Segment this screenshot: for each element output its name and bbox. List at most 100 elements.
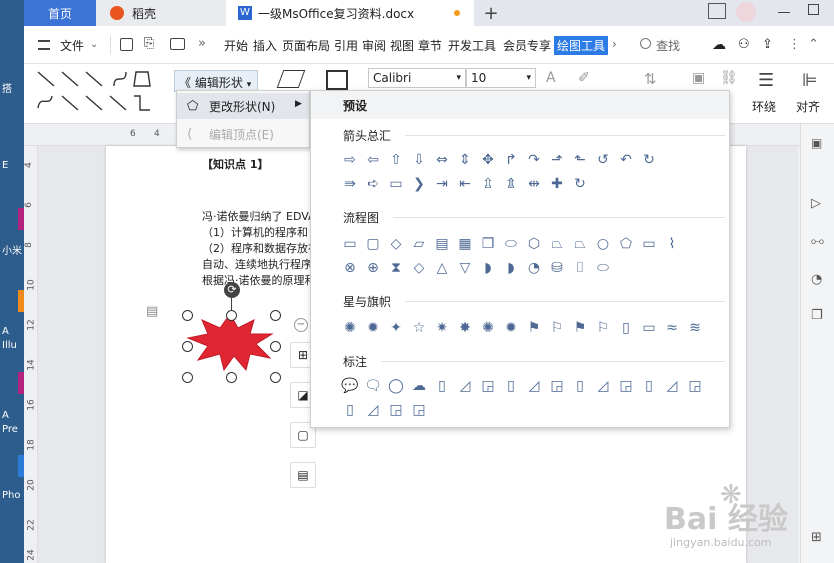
rotate-handle-icon[interactable]: ⟳ (224, 282, 240, 298)
flowchart-shape-icon[interactable]: ◇ (387, 235, 405, 253)
callout-shape-icon[interactable]: ▯ (571, 377, 589, 395)
star-banner-shape-icon[interactable]: ▭ (640, 319, 658, 337)
menu-chapter[interactable]: 章节 (418, 37, 442, 54)
callout-shape-icon[interactable]: ▯ (433, 377, 451, 395)
callout-shape-icon[interactable]: ▯ (502, 377, 520, 395)
flowchart-shape-icon[interactable]: ▱ (410, 235, 428, 253)
arrow-shape-icon[interactable]: ⇧ (387, 151, 405, 169)
arrow-shape-icon[interactable]: ▭ (387, 175, 405, 193)
flowchart-shape-icon[interactable]: ▭ (640, 235, 658, 253)
text-direction-icon[interactable]: ⇅ (644, 70, 657, 88)
callout-shape-icon[interactable]: ◿ (525, 377, 543, 395)
paragraph-options-icon[interactable]: ▤ (146, 304, 158, 319)
flowchart-shape-icon[interactable]: ◇ (410, 259, 428, 277)
callout-shape-icon[interactable]: ◯ (387, 377, 405, 395)
menu-view[interactable]: 视图 (390, 37, 414, 54)
window-layout-icon[interactable] (708, 3, 726, 19)
tab-document[interactable]: W 一级MsOffice复习资料.docx (226, 0, 474, 26)
arrow-shape-icon[interactable]: ↻ (640, 151, 658, 169)
flowchart-shape-icon[interactable]: ◗ (502, 259, 520, 277)
flowchart-shape-icon[interactable]: ⊗ (341, 259, 359, 277)
arrow-shape-icon[interactable]: ↶ (617, 151, 635, 169)
explosion-star-shape[interactable] (184, 312, 276, 372)
print-icon[interactable] (170, 38, 185, 50)
font-size-select[interactable]: 10 ▾ (466, 68, 536, 88)
menu-references[interactable]: 引用 (334, 37, 358, 54)
search-button[interactable]: 查找 (656, 37, 680, 54)
star-banner-shape-icon[interactable]: ✷ (433, 319, 451, 337)
star-banner-shape-icon[interactable]: ✹ (502, 319, 520, 337)
callout-shape-icon[interactable]: ◿ (594, 377, 612, 395)
highlight-icon[interactable]: ✐ (578, 70, 590, 86)
callout-shape-icon[interactable]: 🗨 (364, 377, 382, 395)
callout-shape-icon[interactable]: ◿ (663, 377, 681, 395)
star-banner-shape-icon[interactable]: ⚐ (548, 319, 566, 337)
arrow-shape-icon[interactable]: ⇥ (433, 175, 451, 193)
callout-shape-icon[interactable]: ▯ (640, 377, 658, 395)
callout-shape-icon[interactable]: ◲ (617, 377, 635, 395)
flowchart-shape-icon[interactable]: ○ (594, 235, 612, 253)
text-box-tool-button[interactable]: ▤ (290, 462, 316, 488)
flowchart-shape-icon[interactable]: ⬠ (617, 235, 635, 253)
menu-more-icon[interactable]: › (612, 37, 617, 51)
arrow-shape-icon[interactable]: ⇔ (433, 151, 451, 169)
flowchart-shape-icon[interactable]: ◔ (525, 259, 543, 277)
flowchart-shape-icon[interactable]: ▢ (364, 235, 382, 253)
location-icon[interactable]: ◔ (811, 272, 822, 287)
flowchart-shape-icon[interactable]: ⏢ (548, 235, 566, 253)
menu-member[interactable]: 会员专享 (503, 37, 551, 54)
export-pdf-icon[interactable]: ⎘ (144, 36, 154, 51)
flowchart-shape-icon[interactable]: ⏢ (571, 235, 589, 253)
menu-start[interactable]: 开始 (224, 37, 248, 54)
collapse-tools-icon[interactable]: − (294, 318, 308, 332)
flowchart-shape-icon[interactable]: ▤ (433, 235, 451, 253)
callout-shape-icon[interactable]: ◲ (410, 401, 428, 419)
flowchart-shape-icon[interactable]: ⬭ (502, 235, 520, 253)
more-options-icon[interactable]: ⋮ (788, 37, 801, 52)
arrow-shape-icon[interactable]: ➪ (364, 175, 382, 193)
save-icon[interactable] (120, 38, 133, 51)
fill-icon[interactable] (276, 70, 306, 88)
menu-drawing-tools[interactable]: 绘图工具 (554, 36, 609, 55)
font-color-icon[interactable]: A (546, 70, 556, 86)
arrow-shape-icon[interactable]: ⇫ (479, 175, 497, 193)
star-banner-shape-icon[interactable]: ✦ (387, 319, 405, 337)
new-tab-button[interactable]: + (478, 0, 504, 26)
flowchart-shape-icon[interactable]: ▭ (341, 235, 359, 253)
menu-developer[interactable]: 开发工具 (448, 37, 496, 54)
flowchart-shape-icon[interactable]: ⬭ (594, 259, 612, 277)
maximize-icon[interactable] (808, 4, 819, 15)
panel-expand-icon[interactable]: ▣ (811, 136, 822, 150)
resize-handle[interactable] (270, 310, 281, 321)
star-banner-shape-icon[interactable]: ☆ (410, 319, 428, 337)
resize-handle[interactable] (182, 341, 193, 352)
flowchart-shape-icon[interactable]: ▦ (456, 235, 474, 253)
star-banner-shape-icon[interactable]: ✸ (456, 319, 474, 337)
arrow-shape-icon[interactable]: ⇹ (525, 175, 543, 193)
arrow-shape-icon[interactable]: ⬏ (548, 151, 566, 169)
chevron-down-icon[interactable]: ⌄ (90, 39, 98, 50)
arrow-shape-icon[interactable]: ✚ (548, 175, 566, 193)
arrow-shape-icon[interactable]: ↻ (571, 175, 589, 193)
flowchart-shape-icon[interactable]: ❐ (479, 235, 497, 253)
flowchart-shape-icon[interactable]: ▽ (456, 259, 474, 277)
cursor-icon[interactable]: ▷ (811, 196, 821, 211)
callout-shape-icon[interactable]: ◿ (456, 377, 474, 395)
resize-handle[interactable] (226, 372, 237, 383)
share-user-icon[interactable]: ⚇ (738, 37, 750, 52)
callout-shape-icon[interactable]: ◲ (686, 377, 704, 395)
tab-home[interactable]: 首页 (24, 0, 96, 26)
arrow-shape-icon[interactable]: ✥ (479, 151, 497, 169)
arrow-shape-icon[interactable]: ❯ (410, 175, 428, 193)
align-button[interactable]: 对齐 (796, 98, 820, 115)
arrow-shape-icon[interactable]: ⇩ (410, 151, 428, 169)
flowchart-shape-icon[interactable]: ⊕ (364, 259, 382, 277)
arrow-shape-icon[interactable]: ⇨ (341, 151, 359, 169)
wrap-button[interactable]: 环绕 (752, 98, 776, 115)
flowchart-shape-icon[interactable]: △ (433, 259, 451, 277)
arrow-shape-icon[interactable]: ⇕ (456, 151, 474, 169)
star-banner-shape-icon[interactable]: ⚐ (594, 319, 612, 337)
star-banner-shape-icon[interactable]: ▯ (617, 319, 635, 337)
avatar[interactable] (736, 2, 756, 22)
callout-shape-icon[interactable]: ◲ (387, 401, 405, 419)
